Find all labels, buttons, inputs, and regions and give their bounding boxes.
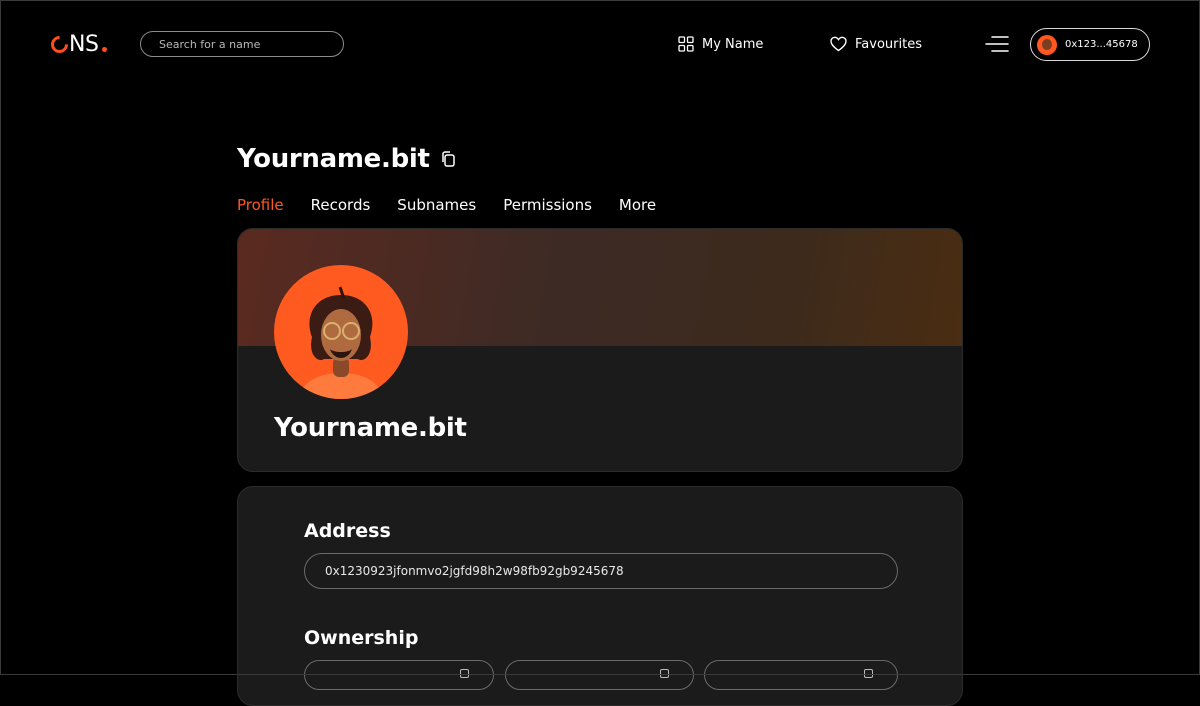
address-label: Address — [304, 520, 391, 542]
nav-favourites[interactable]: Favourites — [830, 34, 922, 54]
nav-my-name[interactable]: My Name — [678, 34, 763, 54]
profile-avatar — [274, 265, 408, 399]
copy-icon — [460, 669, 469, 678]
copy-icon[interactable] — [440, 150, 456, 168]
details-card: Address 0x1230923jfonmvo2jgfd98h2w98fb92… — [237, 486, 963, 706]
copy-icon — [660, 669, 669, 678]
hamburger-menu-button[interactable] — [984, 33, 1010, 55]
wallet-button[interactable]: 0x123...45678 — [1030, 28, 1150, 61]
logo-dot — [102, 46, 108, 52]
page-title-row: Yourname.bit — [237, 144, 456, 174]
profile-name: Yourname.bit — [274, 413, 467, 443]
ownership-item[interactable] — [304, 660, 494, 690]
tab-profile[interactable]: Profile — [237, 196, 284, 214]
profile-card: Yourname.bit — [237, 228, 963, 472]
heart-icon — [830, 36, 847, 52]
ownership-label: Ownership — [304, 627, 419, 649]
copy-icon — [864, 669, 873, 678]
nav-favourites-label: Favourites — [855, 36, 922, 52]
app-logo[interactable]: NS — [47, 30, 108, 58]
tab-subnames[interactable]: Subnames — [397, 196, 476, 214]
wallet-avatar — [1037, 34, 1057, 55]
logo-text: NS — [69, 31, 99, 57]
page-title: Yourname.bit — [237, 144, 430, 174]
wallet-address: 0x123...45678 — [1065, 39, 1138, 50]
tab-permissions[interactable]: Permissions — [503, 196, 592, 214]
menu-icon — [985, 36, 1009, 52]
avatar-illustration — [301, 286, 381, 399]
tab-records[interactable]: Records — [311, 196, 371, 214]
tab-more[interactable]: More — [619, 196, 656, 214]
ownership-item[interactable] — [505, 660, 694, 690]
logo-mark — [47, 31, 72, 57]
address-value: 0x1230923jfonmvo2jgfd98h2w98fb92gb924567… — [325, 564, 624, 578]
search-input[interactable] — [140, 31, 344, 57]
profile-tabs: Profile Records Subnames Permissions Mor… — [237, 196, 683, 214]
ownership-item[interactable] — [704, 660, 898, 690]
nav-my-name-label: My Name — [702, 36, 764, 52]
grid-icon — [678, 36, 694, 52]
address-field[interactable]: 0x1230923jfonmvo2jgfd98h2w98fb92gb924567… — [304, 553, 898, 589]
